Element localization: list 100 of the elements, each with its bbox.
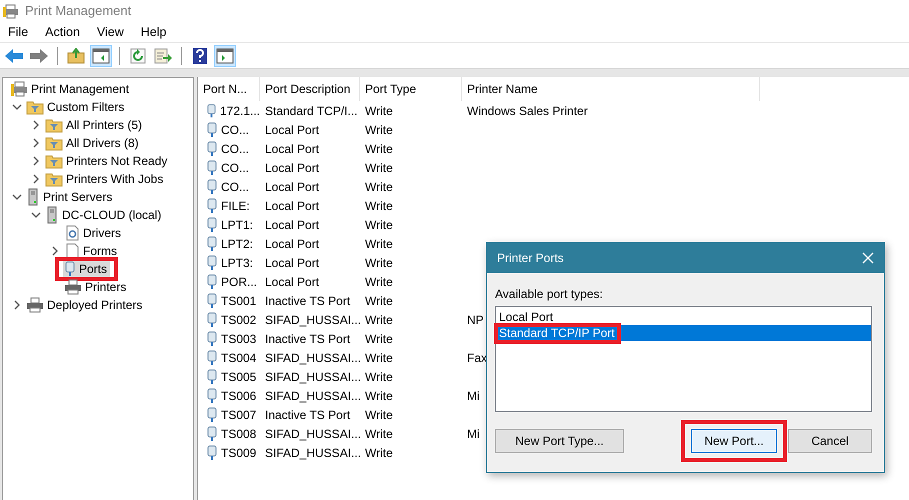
tree-item[interactable]: DC-CLOUD (local)	[44, 206, 164, 224]
table-cell: Write	[365, 294, 393, 308]
port-icon	[207, 216, 217, 232]
table-cell: SIFAD_HUSSAI...	[265, 446, 362, 460]
table-cell: Local Port	[265, 180, 320, 194]
list-box[interactable]: Local Port Standard TCP/IP Port	[495, 306, 872, 412]
table-cell: Write	[365, 142, 393, 156]
column-header[interactable]: Port N...	[198, 77, 260, 101]
table-cell: TS003	[221, 332, 256, 346]
table-cell: CO...	[221, 122, 250, 136]
tree-item[interactable]: Printers Not Ready	[44, 152, 170, 170]
table-cell: Local Port	[265, 256, 320, 270]
table-cell: Write	[365, 274, 393, 288]
table-cell: Local Port	[265, 198, 320, 212]
port-icon	[207, 198, 217, 214]
table-cell: Inactive TS Port	[265, 332, 350, 346]
table-cell: Local Port	[265, 142, 320, 156]
list-item[interactable]: Standard TCP/IP Port	[496, 325, 871, 341]
printer-icon	[10, 81, 28, 97]
port-icon	[207, 236, 217, 252]
menu-item[interactable]: Action	[45, 24, 80, 38]
port-icon	[207, 312, 217, 328]
port-icon	[207, 330, 217, 346]
port-icon	[207, 426, 217, 442]
table-cell: LPT3:	[221, 256, 254, 270]
port-icon	[207, 160, 217, 176]
table-cell: Local Port	[265, 236, 320, 250]
server-icon	[26, 188, 40, 206]
chevron-right-icon[interactable]	[31, 120, 41, 130]
dialog-button[interactable]: New Port Type...	[495, 429, 624, 453]
table-cell: Write	[365, 408, 393, 422]
printer-icon	[3, 2, 19, 18]
tree-item[interactable]: Custom Filters	[25, 98, 128, 116]
tree-item[interactable]: Printers	[63, 278, 130, 296]
port-icon	[207, 140, 217, 156]
chevron-right-icon[interactable]	[31, 138, 41, 148]
close-icon[interactable]	[862, 252, 874, 264]
tree-item[interactable]: Printers With Jobs	[44, 170, 166, 188]
action-toggle-button[interactable]	[214, 44, 236, 66]
table-cell: CO...	[221, 160, 250, 174]
chevron-right-icon[interactable]	[12, 300, 22, 310]
dialog-button[interactable]: New Port...	[691, 429, 777, 453]
table-cell: Inactive TS Port	[265, 408, 350, 422]
menu-item[interactable]: View	[96, 24, 124, 38]
chevron-down-icon[interactable]	[12, 102, 22, 112]
table-cell: Standard TCP/I...	[265, 104, 358, 118]
table-cell: TS006	[221, 388, 256, 402]
table-cell: Write	[365, 122, 393, 136]
table-cell: Write	[365, 332, 393, 346]
port-icon	[207, 254, 217, 270]
port-icon	[64, 261, 76, 277]
table-cell: Write	[365, 160, 393, 174]
tree-item[interactable]: Forms	[63, 242, 120, 260]
table-cell: Write	[365, 218, 393, 232]
table-cell: SIFAD_HUSSAI...	[265, 426, 362, 440]
tree-item[interactable]: Drivers	[63, 224, 124, 242]
table-cell: Write	[365, 312, 393, 326]
tree-item[interactable]: Deployed Printers	[25, 296, 146, 314]
table-cell: SIFAD_HUSSAI...	[265, 370, 362, 384]
chevron-right-icon[interactable]	[31, 174, 41, 184]
column-header[interactable]: Port Description	[260, 77, 360, 101]
column-header[interactable]: Port Type	[360, 77, 462, 101]
table-cell: TS007	[221, 408, 256, 422]
printer-icon	[26, 297, 44, 313]
tree-item[interactable]: All Printers (5)	[44, 116, 146, 134]
server-icon	[45, 206, 59, 224]
window-title: Print Management	[25, 3, 132, 18]
table-cell: TS004	[221, 350, 256, 364]
list-item[interactable]: Local Port	[496, 309, 871, 325]
port-icon	[207, 406, 217, 422]
dialog-button[interactable]: Cancel	[788, 429, 872, 453]
menu-item[interactable]: Help	[140, 24, 166, 38]
table-cell: Write	[365, 256, 393, 270]
table-cell: TS002	[221, 312, 256, 326]
tree-toggle-button[interactable]	[90, 44, 112, 66]
table-cell: CO...	[221, 142, 250, 156]
port-icon	[207, 388, 217, 404]
port-icon	[207, 444, 217, 460]
table-cell: Windows Sales Printer	[467, 104, 588, 118]
column-header[interactable]: Printer Name	[462, 77, 760, 101]
filter-folder-icon	[45, 171, 63, 187]
table-cell: LPT1:	[221, 218, 254, 232]
chevron-right-icon[interactable]	[31, 156, 41, 166]
tree-item[interactable]: Print Management	[9, 80, 132, 98]
printer-icon	[64, 279, 82, 295]
tree-item[interactable]: All Drivers (8)	[44, 134, 142, 152]
tree-item[interactable]: Print Servers	[25, 188, 116, 206]
table-cell: NP	[467, 312, 484, 326]
menu-item[interactable]: File	[8, 24, 28, 38]
table-cell: Local Port	[265, 274, 320, 288]
table-cell: FILE:	[221, 198, 250, 212]
filter-folder-icon	[26, 99, 44, 115]
chevron-down-icon[interactable]	[12, 192, 22, 202]
table-cell: Local Port	[265, 160, 320, 174]
table-cell: LPT2:	[221, 236, 254, 250]
table-cell: CO...	[221, 180, 250, 194]
table-cell: Write	[365, 180, 393, 194]
filter-folder-icon	[45, 153, 63, 169]
chevron-right-icon[interactable]	[50, 246, 60, 256]
chevron-down-icon[interactable]	[31, 210, 41, 220]
